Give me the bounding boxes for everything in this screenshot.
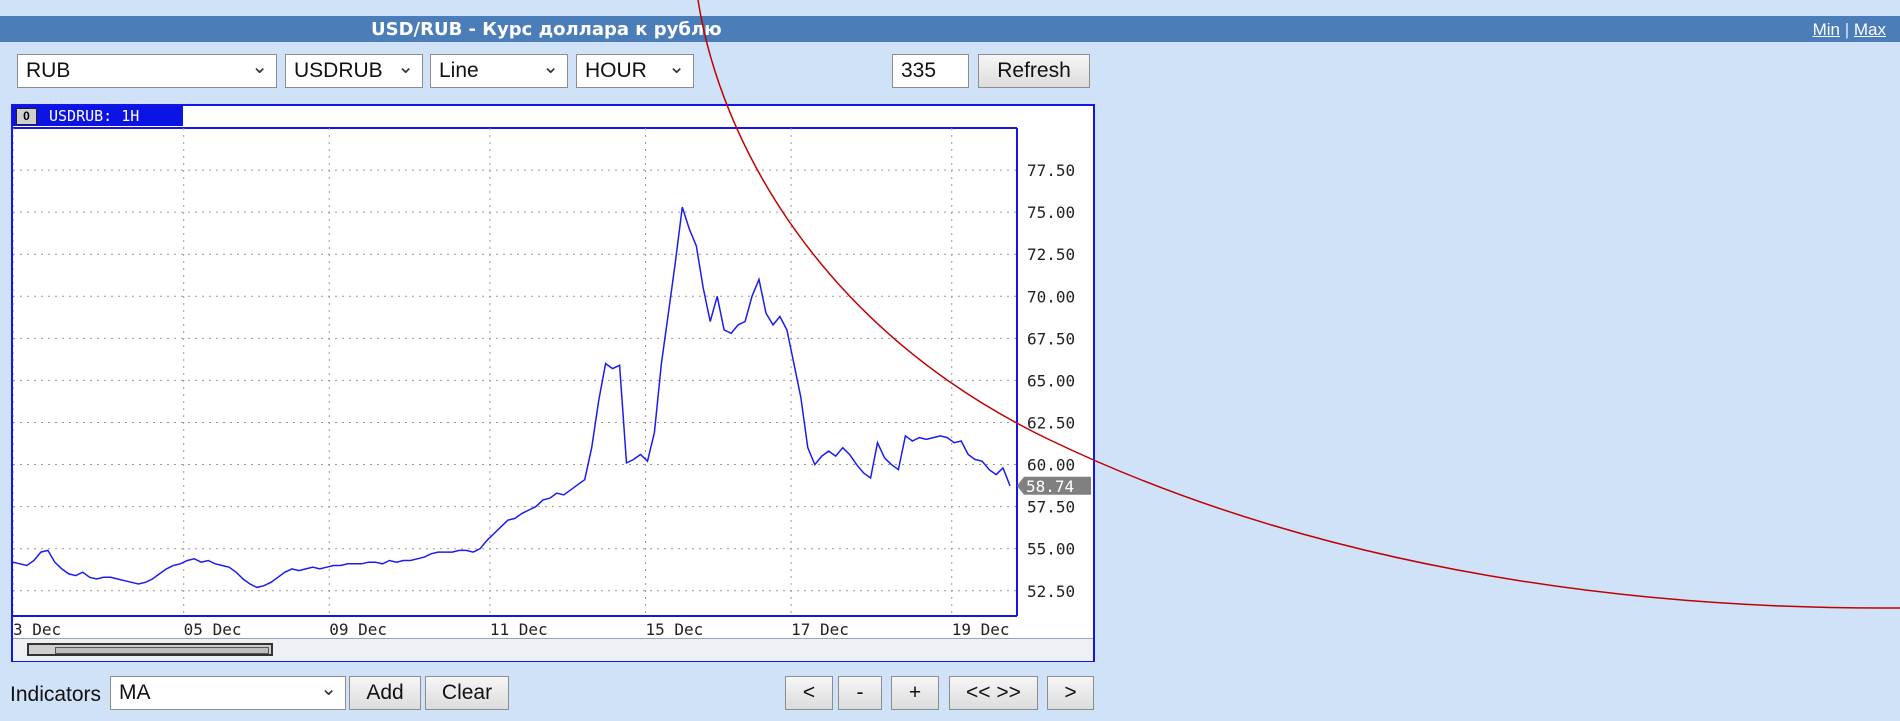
series-line bbox=[13, 206, 1011, 589]
title-bar: USD/RUB - Курс доллара к рублю Min | Max bbox=[0, 16, 1900, 42]
size-links: Min | Max bbox=[1813, 20, 1886, 40]
clear-indicators-button[interactable]: Clear bbox=[425, 676, 509, 710]
price-chart: 77.50 75.00 72.50 70.00 67.50 65.00 62.50 60.00… bbox=[13, 127, 1091, 638]
x-tick-label: 11 Dec bbox=[490, 620, 548, 638]
indicator-select[interactable]: MA bbox=[110, 673, 346, 710]
chart-scrollbar[interactable] bbox=[13, 638, 1093, 661]
y-tick-label: 77.50 bbox=[1027, 161, 1075, 180]
x-tick-label: 19 Dec bbox=[952, 620, 1010, 638]
page-title: USD/RUB - Курс доллара к рублю bbox=[371, 19, 722, 40]
max-link[interactable]: Max bbox=[1854, 20, 1886, 39]
y-tick-label: 72.50 bbox=[1027, 245, 1075, 264]
last-value-label: 58.74 bbox=[1026, 477, 1074, 496]
chart-panel: 0 USDRUB: 1H 77.50 75.00 72.50 70.00 67.50 65… bbox=[11, 104, 1095, 662]
y-tick-label: 65.00 bbox=[1027, 371, 1075, 390]
chart-type-select[interactable]: Line bbox=[430, 51, 568, 88]
refresh-button[interactable]: Refresh bbox=[978, 54, 1090, 88]
symbol-select[interactable]: USDRUB bbox=[285, 51, 423, 88]
y-tick-label: 67.50 bbox=[1027, 329, 1075, 348]
y-tick-label: 57.50 bbox=[1027, 498, 1075, 517]
scroll-left-button[interactable]: < bbox=[785, 676, 833, 710]
size-links-separator: | bbox=[1844, 20, 1850, 39]
min-link[interactable]: Min bbox=[1813, 20, 1840, 39]
y-tick-label: 62.50 bbox=[1027, 413, 1075, 432]
x-tick-label: 3 Dec bbox=[13, 620, 61, 638]
zoom-out-button[interactable]: - bbox=[838, 676, 882, 710]
y-tick-label: 70.00 bbox=[1027, 287, 1075, 306]
add-indicator-button[interactable]: Add bbox=[349, 676, 421, 710]
fit-all-button[interactable]: << >> bbox=[949, 676, 1038, 710]
currency-select[interactable]: RUB bbox=[17, 51, 277, 88]
scroll-right-button[interactable]: > bbox=[1047, 676, 1094, 710]
y-tick-label: 55.00 bbox=[1027, 540, 1075, 559]
x-tick-label: 09 Dec bbox=[329, 620, 387, 638]
x-tick-label: 17 Dec bbox=[791, 620, 849, 638]
indicators-label: Indicators bbox=[10, 683, 102, 706]
scrollbar-thumb[interactable] bbox=[27, 643, 273, 656]
y-tick-label: 52.50 bbox=[1027, 582, 1075, 601]
period-select[interactable]: HOUR bbox=[576, 51, 694, 88]
zoom-in-button[interactable]: + bbox=[891, 676, 939, 710]
x-tick-label: 15 Dec bbox=[646, 620, 704, 638]
y-tick-label: 60.00 bbox=[1027, 456, 1075, 475]
y-tick-label: 75.00 bbox=[1027, 203, 1075, 222]
x-tick-label: 05 Dec bbox=[184, 620, 242, 638]
bar-count-input[interactable]: 335 bbox=[892, 54, 969, 88]
